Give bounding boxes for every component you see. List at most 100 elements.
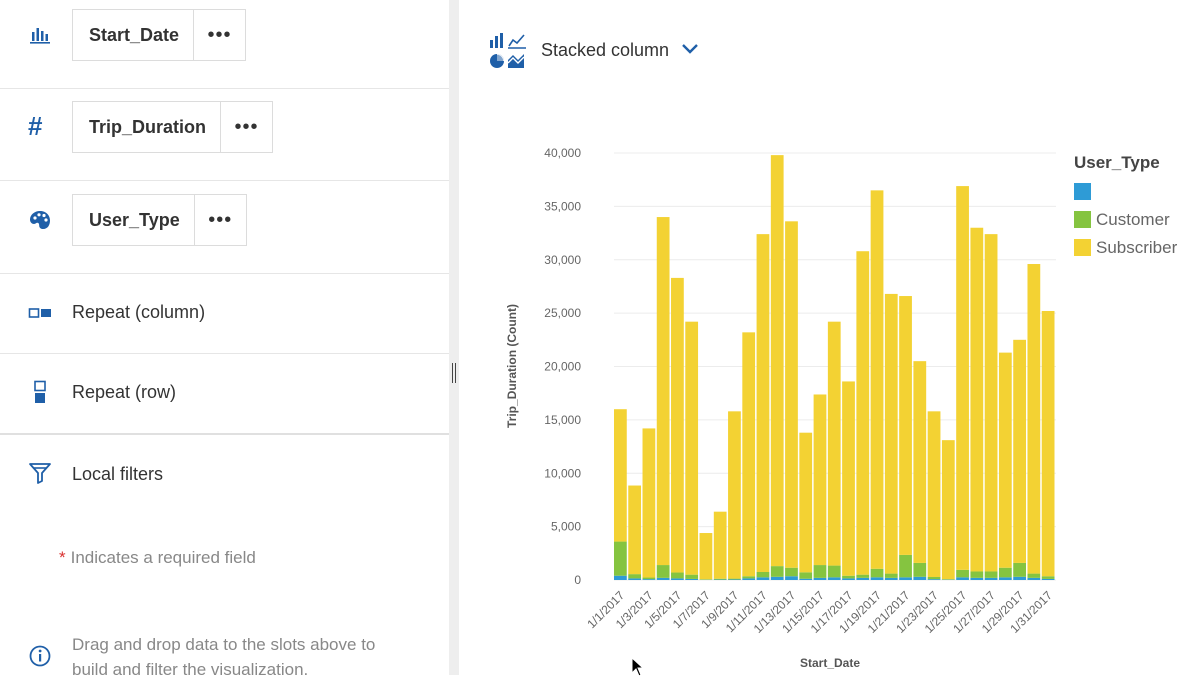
bar-segment[interactable] xyxy=(814,578,827,580)
bar-segment[interactable] xyxy=(771,566,784,577)
bar-segment[interactable] xyxy=(714,579,727,580)
bar-segment[interactable] xyxy=(999,353,1012,568)
bar-segment[interactable] xyxy=(742,332,755,576)
bar-segment[interactable] xyxy=(728,579,741,580)
bar-segment[interactable] xyxy=(685,575,698,579)
bar-segment[interactable] xyxy=(1042,579,1055,580)
bar-segment[interactable] xyxy=(628,574,641,578)
bar-segment[interactable] xyxy=(842,576,855,579)
bar-segment[interactable] xyxy=(828,577,841,580)
bar-segment[interactable] xyxy=(628,578,641,580)
repeat-row-slot[interactable]: Repeat (row) xyxy=(0,354,449,435)
bar-segment[interactable] xyxy=(614,542,627,576)
bar-segment[interactable] xyxy=(1013,563,1026,577)
bar-segment[interactable] xyxy=(856,578,869,580)
bar-segment[interactable] xyxy=(671,578,684,580)
bar-segment[interactable] xyxy=(814,565,827,578)
bar-segment[interactable] xyxy=(700,533,713,579)
bar-segment[interactable] xyxy=(1027,264,1040,574)
legend-swatch[interactable] xyxy=(1074,211,1091,228)
bar-segment[interactable] xyxy=(1027,574,1040,578)
bar-segment[interactable] xyxy=(913,361,926,563)
bar-segment[interactable] xyxy=(771,577,784,580)
bar-segment[interactable] xyxy=(842,578,855,580)
bar-segment[interactable] xyxy=(871,569,884,578)
bar-segment[interactable] xyxy=(614,576,627,580)
bar-segment[interactable] xyxy=(985,578,998,580)
bar-segment[interactable] xyxy=(999,568,1012,578)
bar-segment[interactable] xyxy=(828,322,841,566)
bar-segment[interactable] xyxy=(885,294,898,574)
bar-segment[interactable] xyxy=(928,577,941,579)
bar-segment[interactable] xyxy=(685,579,698,580)
bar-segment[interactable] xyxy=(1042,576,1055,579)
bar-segment[interactable] xyxy=(742,576,755,578)
legend-swatch[interactable] xyxy=(1074,183,1091,200)
bar-segment[interactable] xyxy=(970,578,983,580)
bar-segment[interactable] xyxy=(899,296,912,555)
bar-segment[interactable] xyxy=(799,579,812,580)
bar-segment[interactable] xyxy=(899,555,912,577)
bar-segment[interactable] xyxy=(899,577,912,580)
bar-segment[interactable] xyxy=(700,579,713,580)
bar-segment[interactable] xyxy=(714,512,727,579)
bar-segment[interactable] xyxy=(970,571,983,577)
bar-segment[interactable] xyxy=(814,394,827,565)
bar-segment[interactable] xyxy=(614,409,627,541)
bar-segment[interactable] xyxy=(643,428,656,577)
bar-segment[interactable] xyxy=(970,228,983,572)
bar-segment[interactable] xyxy=(928,579,941,580)
bar-segment[interactable] xyxy=(728,411,741,578)
bar-segment[interactable] xyxy=(671,278,684,573)
bar-segment[interactable] xyxy=(885,574,898,578)
bar-segment[interactable] xyxy=(728,579,741,580)
bar-segment[interactable] xyxy=(1042,311,1055,576)
bar-segment[interactable] xyxy=(942,440,955,579)
bar-segment[interactable] xyxy=(685,322,698,575)
bar-segment[interactable] xyxy=(1013,340,1026,563)
bar-segment[interactable] xyxy=(942,579,955,580)
local-filters-button[interactable]: Local filters xyxy=(72,464,163,485)
more-options-button[interactable]: ••• xyxy=(193,10,245,60)
bar-segment[interactable] xyxy=(985,234,998,571)
bar-segment[interactable] xyxy=(999,577,1012,580)
bar-segment[interactable] xyxy=(985,571,998,577)
bar-segment[interactable] xyxy=(757,577,770,580)
trip-duration-pill[interactable]: Trip_Duration ••• xyxy=(72,101,273,153)
bar-segment[interactable] xyxy=(828,566,841,578)
bar-segment[interactable] xyxy=(856,251,869,574)
bar-segment[interactable] xyxy=(842,381,855,575)
bar-segment[interactable] xyxy=(913,577,926,580)
bar-segment[interactable] xyxy=(742,578,755,580)
bar-segment[interactable] xyxy=(785,568,798,577)
bar-segment[interactable] xyxy=(643,579,656,580)
bar-segment[interactable] xyxy=(856,575,869,578)
more-options-button[interactable]: ••• xyxy=(220,102,272,152)
bar-segment[interactable] xyxy=(871,190,884,568)
bar-segment[interactable] xyxy=(657,565,670,578)
bar-segment[interactable] xyxy=(785,221,798,567)
bar-segment[interactable] xyxy=(657,217,670,565)
bar-segment[interactable] xyxy=(885,578,898,580)
bar-segment[interactable] xyxy=(757,234,770,572)
bar-segment[interactable] xyxy=(1027,578,1040,580)
bar-segment[interactable] xyxy=(956,570,969,577)
bar-segment[interactable] xyxy=(799,433,812,573)
start-date-pill[interactable]: Start_Date ••• xyxy=(72,9,246,61)
user-type-pill[interactable]: User_Type ••• xyxy=(72,194,247,246)
bar-segment[interactable] xyxy=(785,576,798,580)
bar-segment[interactable] xyxy=(671,573,684,579)
repeat-column-slot[interactable]: Repeat (column) xyxy=(0,274,449,354)
bar-segment[interactable] xyxy=(757,572,770,577)
bar-segment[interactable] xyxy=(657,578,670,580)
bar-segment[interactable] xyxy=(799,572,812,578)
bar-segment[interactable] xyxy=(928,411,941,577)
bar-segment[interactable] xyxy=(871,577,884,580)
bar-segment[interactable] xyxy=(771,155,784,566)
bar-segment[interactable] xyxy=(628,486,641,575)
legend-label[interactable]: Customer xyxy=(1096,210,1170,229)
legend-swatch[interactable] xyxy=(1074,239,1091,256)
panel-splitter[interactable] xyxy=(449,0,459,675)
bar-segment[interactable] xyxy=(1013,577,1026,580)
bar-segment[interactable] xyxy=(956,186,969,570)
